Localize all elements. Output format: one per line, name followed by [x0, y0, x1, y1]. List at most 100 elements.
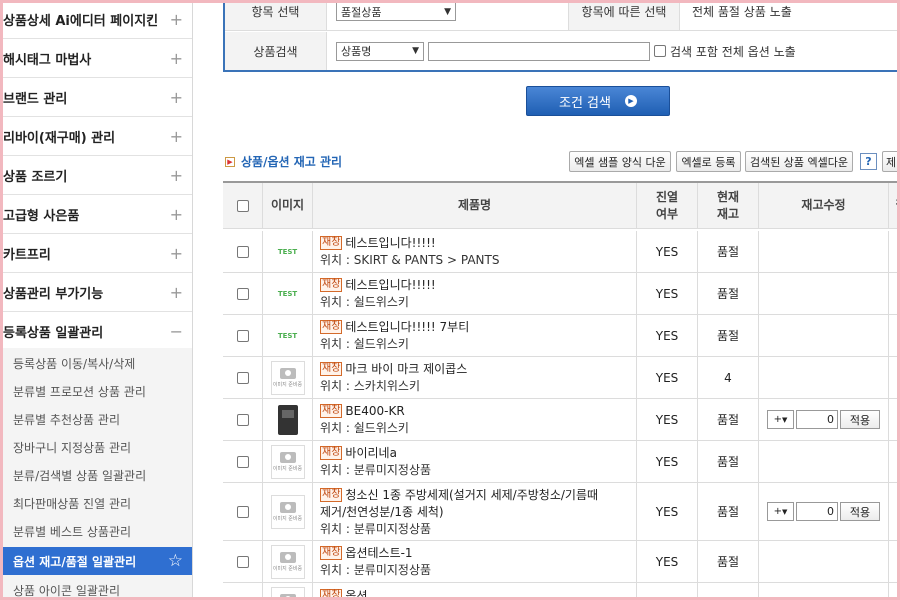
sidebar-item-addons[interactable]: 상품관리 부가기능 + — [3, 273, 192, 312]
product-name[interactable]: 테스트입니다!!!!! — [345, 278, 435, 292]
new-window-tag[interactable]: 재창 — [320, 546, 343, 560]
product-name[interactable]: BE400-KR — [345, 404, 404, 418]
sub-item-promotion[interactable]: 분류별 프로모션 상품 관리 — [13, 383, 146, 400]
sidebar-item-ai-editor[interactable]: 상품상세 Ai에디터 페이지킨 + — [3, 3, 192, 39]
sidebar-item-cartfree[interactable]: 카트프리 + — [3, 234, 192, 273]
row-display: YES — [637, 441, 698, 482]
sidebar: 상품상세 Ai에디터 페이지킨 + 해시태그 마법사 + 브랜드 관리 + 리바… — [3, 3, 193, 597]
sub-item-option-stock-active[interactable]: 옵션 재고/품절 일괄관리 ☆ — [3, 547, 192, 575]
include-options-checkbox[interactable] — [654, 45, 666, 57]
placeholder-image: 이미지 준비중 — [270, 494, 305, 529]
row-checkbox[interactable] — [236, 505, 249, 518]
row-image-cell: 이미지 준비중 — [263, 441, 313, 482]
row-checkbox[interactable] — [236, 555, 249, 568]
new-window-tag[interactable]: 재창 — [320, 404, 343, 418]
header-edit: 재고수정 — [759, 183, 889, 228]
star-icon[interactable]: ☆ — [168, 551, 183, 571]
sidebar-item-gift[interactable]: 고급형 사은품 + — [3, 195, 192, 234]
row-checkbox[interactable] — [236, 413, 249, 426]
arrow-icon: ▶ — [225, 156, 235, 167]
plus-icon: + — [169, 204, 183, 224]
product-location: 위치 : 쉴드위스키 — [320, 337, 409, 351]
new-window-tag[interactable]: 재창 — [320, 320, 343, 334]
search-input[interactable] — [428, 41, 650, 61]
plus-icon: + — [169, 9, 183, 29]
product-name[interactable]: 옵션테스트-1 — [345, 546, 412, 560]
stock-table: 이미지 제품명 진열여부 현재재고 재고수정 필 TEST 재창테스트입니다!!… — [223, 181, 897, 597]
apply-button[interactable]: 적용 — [840, 410, 880, 429]
row-edit — [759, 231, 889, 272]
row-display: YES — [637, 315, 698, 356]
sidebar-item-rebuy[interactable]: 리바이(재구매) 관리 + — [3, 117, 192, 156]
row-stock: 4 — [698, 357, 759, 398]
label-product-search: 상품검색 — [225, 32, 327, 70]
test-logo-image: TEST — [277, 289, 298, 298]
row-display: YES — [637, 583, 698, 597]
chevron-down-icon: ▼ — [444, 6, 451, 17]
plus-icon: + — [169, 282, 183, 302]
stock-op-select[interactable]: + ▼ — [767, 502, 794, 521]
product-location: 위치 : 쉴드위스키 — [320, 421, 409, 435]
table-row: TEST 재창 테스트입니다!!!!! 위치 : SKIRT & PANTS > P… — [223, 231, 897, 273]
row-checkbox-cell — [223, 357, 263, 398]
excel-upload-button[interactable]: 엑셀로 등록 — [676, 151, 741, 172]
sub-item-icon-bulk[interactable]: 상품 아이콘 일괄관리 — [13, 582, 120, 597]
row-stock: 품절 — [698, 483, 759, 540]
sidebar-item-hashtag[interactable]: 해시태그 마법사 + — [3, 39, 192, 78]
excel-download-button[interactable]: 검색된 상품 엑셀다운 — [745, 151, 853, 172]
product-name[interactable]: 마크 바이 마크 제이콥스 — [345, 362, 467, 376]
row-checkbox[interactable] — [236, 329, 249, 342]
placeholder-text: 이미지 준비중 — [272, 565, 303, 572]
sub-item-recommend[interactable]: 분류별 추천상품 관리 — [13, 411, 120, 428]
search-type-select[interactable]: 상품명 ▼ — [336, 41, 424, 61]
cut-off-button[interactable]: 제 — [882, 151, 897, 172]
stock-op-value: + — [773, 506, 782, 517]
row-image-cell: 이미지 준비중 — [263, 541, 313, 582]
stock-qty-input[interactable]: 0 — [796, 410, 838, 429]
sidebar-item-bulk[interactable]: 등록상품 일괄관리 − — [3, 312, 192, 351]
new-window-tag[interactable]: 재창 — [320, 589, 343, 597]
new-window-tag[interactable]: 재창 — [320, 362, 343, 376]
product-name-cont[interactable]: 제거/천연성분/1종 세척) — [320, 505, 598, 519]
select-all-checkbox[interactable] — [236, 199, 249, 212]
plus-icon: + — [169, 87, 183, 107]
help-icon[interactable]: ? — [860, 153, 877, 170]
search-type-value: 상품명 — [341, 45, 372, 58]
row-name-cell: 재창 청소신 1종 주방세제(설거지 세제/주방청소/기름때제거/천연성분/1종 … — [313, 483, 637, 540]
stock-qty-input[interactable]: 0 — [796, 502, 838, 521]
apply-button[interactable]: 적용 — [840, 502, 880, 521]
product-name[interactable]: 옵션 — [345, 589, 367, 597]
new-window-tag[interactable]: 재창 — [320, 236, 343, 250]
sub-item-best-seller[interactable]: 최다판매상품 진열 관리 — [13, 495, 131, 512]
row-checkbox-cell — [223, 483, 263, 540]
row-checkbox[interactable] — [236, 371, 249, 384]
product-name[interactable]: 테스트입니다!!!!! 7부티 — [345, 320, 469, 334]
row-image-cell: TEST — [263, 315, 313, 356]
sub-item-category-bulk[interactable]: 분류/검색별 상품 일괄관리 — [13, 467, 146, 484]
sub-item-cart-product[interactable]: 장바구니 지정상품 관리 — [13, 439, 131, 456]
sidebar-item-brand[interactable]: 브랜드 관리 + — [3, 78, 192, 117]
row-checkbox-cell — [223, 541, 263, 582]
plus-icon: + — [169, 165, 183, 185]
row-name-cell: 재창 마크 바이 마크 제이콥스 위치 : 스카치위스키 — [313, 357, 637, 398]
product-name[interactable]: 바이리네a — [345, 446, 397, 460]
sidebar-item-nudge[interactable]: 상품 조르기 + — [3, 156, 192, 195]
row-stock: 품절 — [698, 541, 759, 582]
row-checkbox[interactable] — [236, 455, 249, 468]
stock-op-select[interactable]: + ▼ — [767, 410, 794, 429]
sample-download-button[interactable]: 엑셀 샘플 양식 다운 — [569, 151, 671, 172]
product-name[interactable]: 테스트입니다!!!!! — [345, 236, 435, 250]
row-checkbox[interactable] — [236, 287, 249, 300]
row-checkbox[interactable] — [236, 245, 249, 258]
row-more — [889, 541, 897, 582]
new-window-tag[interactable]: 재창 — [320, 487, 343, 502]
product-name[interactable]: 청소신 1종 주방세제(설거지 세제/주방청소/기름때 — [345, 488, 598, 502]
search-button[interactable]: 조건 검색 ▶ — [526, 86, 670, 116]
new-window-tag[interactable]: 재창 — [320, 278, 343, 292]
new-window-tag[interactable]: 재창 — [320, 446, 343, 460]
sub-item-best-product[interactable]: 분류별 베스트 상품관리 — [13, 523, 131, 540]
row-name-cell: 재창 BE400-KR 위치 : 쉴드위스키 — [313, 399, 637, 440]
placeholder-image: 이미지 준비중 — [270, 544, 305, 579]
sub-item-move-copy-delete[interactable]: 등록상품 이동/복사/삭제 — [13, 355, 135, 372]
item-select[interactable]: 품절상품 ▼ — [336, 3, 456, 21]
